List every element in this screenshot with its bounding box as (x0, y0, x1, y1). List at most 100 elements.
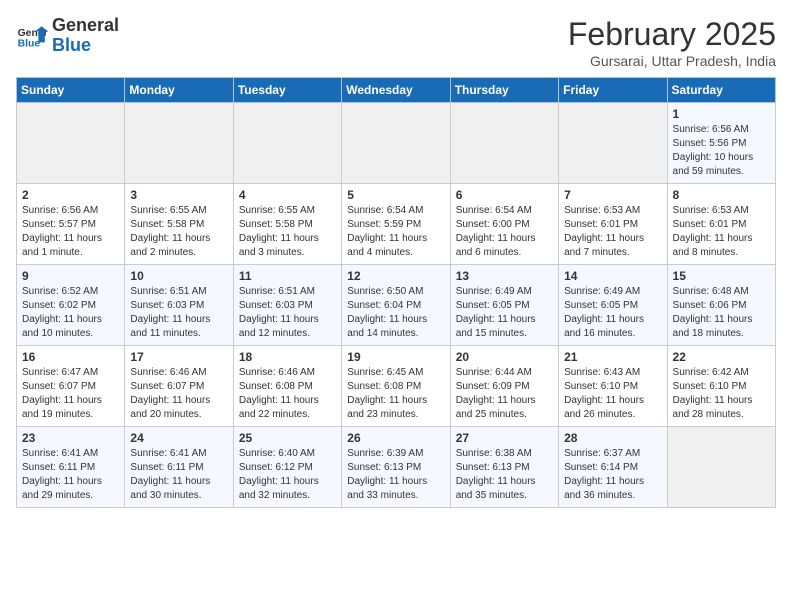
calendar-cell: 7 Sunrise: 6:53 AM Sunset: 6:01 PM Daylig… (559, 184, 667, 265)
day-number: 16 (22, 350, 119, 364)
day-number: 6 (456, 188, 553, 202)
day-number: 23 (22, 431, 119, 445)
day-info: Sunrise: 6:51 AM Sunset: 6:03 PM Dayligh… (239, 285, 336, 341)
header: General Blue General Blue February 2025 … (16, 16, 776, 69)
header-row: SundayMondayTuesdayWednesdayThursdayFrid… (17, 78, 776, 103)
day-header-thursday: Thursday (450, 78, 558, 103)
calendar-cell: 15 Sunrise: 6:48 AM Sunset: 6:06 PM Dayli… (667, 265, 775, 346)
calendar-cell (342, 103, 450, 184)
day-header-monday: Monday (125, 78, 233, 103)
day-info: Sunrise: 6:49 AM Sunset: 6:05 PM Dayligh… (564, 285, 661, 341)
day-info: Sunrise: 6:46 AM Sunset: 6:07 PM Dayligh… (130, 366, 227, 422)
calendar-cell: 18 Sunrise: 6:46 AM Sunset: 6:08 PM Dayli… (233, 346, 341, 427)
day-number: 20 (456, 350, 553, 364)
day-info: Sunrise: 6:52 AM Sunset: 6:02 PM Dayligh… (22, 285, 119, 341)
day-info: Sunrise: 6:41 AM Sunset: 6:11 PM Dayligh… (22, 447, 119, 503)
calendar-cell: 23 Sunrise: 6:41 AM Sunset: 6:11 PM Dayli… (17, 427, 125, 508)
day-header-sunday: Sunday (17, 78, 125, 103)
calendar-cell: 11 Sunrise: 6:51 AM Sunset: 6:03 PM Dayli… (233, 265, 341, 346)
day-number: 5 (347, 188, 444, 202)
month-title: February 2025 (568, 16, 776, 53)
day-number: 3 (130, 188, 227, 202)
calendar-cell (667, 427, 775, 508)
day-number: 11 (239, 269, 336, 283)
calendar-cell: 27 Sunrise: 6:38 AM Sunset: 6:13 PM Dayli… (450, 427, 558, 508)
day-info: Sunrise: 6:44 AM Sunset: 6:09 PM Dayligh… (456, 366, 553, 422)
day-info: Sunrise: 6:56 AM Sunset: 5:56 PM Dayligh… (673, 123, 770, 179)
week-row-3: 9Sunrise: 6:52 AM Sunset: 6:02 PM Daylig… (17, 265, 776, 346)
day-info: Sunrise: 6:53 AM Sunset: 6:01 PM Dayligh… (673, 204, 770, 260)
day-info: Sunrise: 6:56 AM Sunset: 5:57 PM Dayligh… (22, 204, 119, 260)
day-info: Sunrise: 6:48 AM Sunset: 6:06 PM Dayligh… (673, 285, 770, 341)
calendar-cell: 16 Sunrise: 6:47 AM Sunset: 6:07 PM Dayli… (17, 346, 125, 427)
calendar-cell: 20 Sunrise: 6:44 AM Sunset: 6:09 PM Dayli… (450, 346, 558, 427)
calendar-cell: 1Sunrise: 6:56 AM Sunset: 5:56 PM Daylig… (667, 103, 775, 184)
day-info: Sunrise: 6:46 AM Sunset: 6:08 PM Dayligh… (239, 366, 336, 422)
calendar-cell: 24 Sunrise: 6:41 AM Sunset: 6:11 PM Dayli… (125, 427, 233, 508)
logo-icon: General Blue (16, 20, 48, 52)
day-info: Sunrise: 6:39 AM Sunset: 6:13 PM Dayligh… (347, 447, 444, 503)
week-row-4: 16 Sunrise: 6:47 AM Sunset: 6:07 PM Dayli… (17, 346, 776, 427)
calendar-cell (17, 103, 125, 184)
day-number: 22 (673, 350, 770, 364)
calendar-cell: 21 Sunrise: 6:43 AM Sunset: 6:10 PM Dayli… (559, 346, 667, 427)
day-number: 21 (564, 350, 661, 364)
calendar-cell: 28 Sunrise: 6:37 AM Sunset: 6:14 PM Dayli… (559, 427, 667, 508)
logo: General Blue General Blue (16, 16, 119, 56)
day-info: Sunrise: 6:47 AM Sunset: 6:07 PM Dayligh… (22, 366, 119, 422)
day-number: 8 (673, 188, 770, 202)
day-number: 18 (239, 350, 336, 364)
calendar-cell: 19 Sunrise: 6:45 AM Sunset: 6:08 PM Dayli… (342, 346, 450, 427)
day-info: Sunrise: 6:37 AM Sunset: 6:14 PM Dayligh… (564, 447, 661, 503)
calendar-cell (125, 103, 233, 184)
day-number: 19 (347, 350, 444, 364)
calendar-cell: 4Sunrise: 6:55 AM Sunset: 5:58 PM Daylig… (233, 184, 341, 265)
day-number: 27 (456, 431, 553, 445)
calendar-cell: 22 Sunrise: 6:42 AM Sunset: 6:10 PM Dayli… (667, 346, 775, 427)
day-number: 25 (239, 431, 336, 445)
calendar-cell: 3Sunrise: 6:55 AM Sunset: 5:58 PM Daylig… (125, 184, 233, 265)
day-info: Sunrise: 6:42 AM Sunset: 6:10 PM Dayligh… (673, 366, 770, 422)
day-info: Sunrise: 6:50 AM Sunset: 6:04 PM Dayligh… (347, 285, 444, 341)
calendar-cell (450, 103, 558, 184)
day-number: 13 (456, 269, 553, 283)
day-number: 24 (130, 431, 227, 445)
day-info: Sunrise: 6:54 AM Sunset: 5:59 PM Dayligh… (347, 204, 444, 260)
calendar-cell: 10 Sunrise: 6:51 AM Sunset: 6:03 PM Dayli… (125, 265, 233, 346)
day-info: Sunrise: 6:53 AM Sunset: 6:01 PM Dayligh… (564, 204, 661, 260)
day-header-saturday: Saturday (667, 78, 775, 103)
day-info: Sunrise: 6:51 AM Sunset: 6:03 PM Dayligh… (130, 285, 227, 341)
location-subtitle: Gursarai, Uttar Pradesh, India (568, 53, 776, 69)
calendar-cell: 5 Sunrise: 6:54 AM Sunset: 5:59 PM Daylig… (342, 184, 450, 265)
svg-text:Blue: Blue (18, 38, 41, 49)
day-info: Sunrise: 6:38 AM Sunset: 6:13 PM Dayligh… (456, 447, 553, 503)
calendar-cell (559, 103, 667, 184)
calendar-cell: 8 Sunrise: 6:53 AM Sunset: 6:01 PM Daylig… (667, 184, 775, 265)
calendar-cell: 14Sunrise: 6:49 AM Sunset: 6:05 PM Dayli… (559, 265, 667, 346)
day-number: 28 (564, 431, 661, 445)
day-info: Sunrise: 6:54 AM Sunset: 6:00 PM Dayligh… (456, 204, 553, 260)
calendar-cell: 17Sunrise: 6:46 AM Sunset: 6:07 PM Dayli… (125, 346, 233, 427)
calendar-cell: 9Sunrise: 6:52 AM Sunset: 6:02 PM Daylig… (17, 265, 125, 346)
day-number: 10 (130, 269, 227, 283)
day-number: 12 (347, 269, 444, 283)
calendar-cell: 12 Sunrise: 6:50 AM Sunset: 6:04 PM Dayli… (342, 265, 450, 346)
logo-text: General Blue (52, 16, 119, 56)
week-row-5: 23 Sunrise: 6:41 AM Sunset: 6:11 PM Dayli… (17, 427, 776, 508)
title-block: February 2025 Gursarai, Uttar Pradesh, I… (568, 16, 776, 69)
day-info: Sunrise: 6:40 AM Sunset: 6:12 PM Dayligh… (239, 447, 336, 503)
day-info: Sunrise: 6:43 AM Sunset: 6:10 PM Dayligh… (564, 366, 661, 422)
calendar-cell: 13Sunrise: 6:49 AM Sunset: 6:05 PM Dayli… (450, 265, 558, 346)
day-number: 15 (673, 269, 770, 283)
calendar-cell: 6 Sunrise: 6:54 AM Sunset: 6:00 PM Daylig… (450, 184, 558, 265)
day-info: Sunrise: 6:45 AM Sunset: 6:08 PM Dayligh… (347, 366, 444, 422)
day-number: 2 (22, 188, 119, 202)
day-info: Sunrise: 6:41 AM Sunset: 6:11 PM Dayligh… (130, 447, 227, 503)
week-row-2: 2 Sunrise: 6:56 AM Sunset: 5:57 PM Daylig… (17, 184, 776, 265)
day-header-wednesday: Wednesday (342, 78, 450, 103)
day-number: 4 (239, 188, 336, 202)
week-row-1: 1Sunrise: 6:56 AM Sunset: 5:56 PM Daylig… (17, 103, 776, 184)
day-header-tuesday: Tuesday (233, 78, 341, 103)
calendar-cell: 26Sunrise: 6:39 AM Sunset: 6:13 PM Dayli… (342, 427, 450, 508)
day-number: 7 (564, 188, 661, 202)
